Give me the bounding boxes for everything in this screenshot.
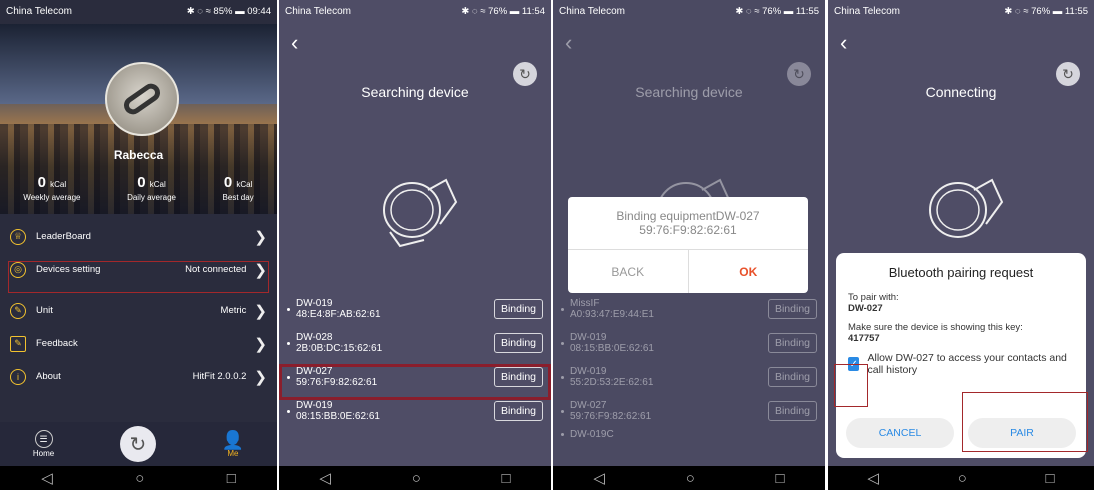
username: Rabecca <box>113 148 164 162</box>
binding-dialog: Binding equipmentDW-027 59:76:F9:82:62:61… <box>568 197 808 293</box>
back-button[interactable]: ‹ <box>840 30 847 56</box>
tab-me[interactable]: 👤 Me <box>222 431 244 458</box>
stat-best: 0 kCal Best day <box>222 174 254 202</box>
device-list: DW-019 48:E4:8F:AB:62:61 Binding DW-028 2B:… <box>279 292 551 428</box>
connecting-screen: China Telecom ✱ ◌ ≈ 76% ▬ 11:55 ‹ ↻ Conne… <box>828 0 1094 490</box>
stat-weekly: 0 kCal Weekly average <box>23 174 81 202</box>
list-item: DW-028 2B:0B:DC:15:62:61 Binding <box>279 326 551 360</box>
highlight-box <box>279 364 551 400</box>
list-item: DW-019 55:2D:53:2E:62:61 Binding <box>553 360 825 394</box>
chevron-right-icon: ❯ <box>254 335 267 353</box>
profile-screen: China Telecom ✱ ◌ ≈ 85% ▬ 09:44 Rabecca … <box>0 0 277 490</box>
binding-button[interactable]: Binding <box>493 401 543 421</box>
refresh-button[interactable]: ↻ <box>787 62 811 86</box>
binding-button[interactable]: Binding <box>767 333 817 353</box>
home-icon: ☰ <box>34 430 53 448</box>
tab-home[interactable]: ☰ Home <box>33 430 54 458</box>
refresh-icon: ↻ <box>1062 65 1074 82</box>
feedback-icon: ✎ <box>10 335 26 352</box>
nav-back-button[interactable]: ◁ <box>41 469 53 487</box>
dialog-title: Bluetooth pairing request <box>888 265 1034 280</box>
binding-button[interactable]: Binding <box>767 401 817 421</box>
binding-confirm-screen: China Telecom ✱ ◌ ≈ 76% ▬ 11:55 ‹ ↻ Searc… <box>553 0 825 490</box>
page-title: Connecting <box>925 84 997 100</box>
page-title: Searching device <box>635 84 743 100</box>
searching-screen: China Telecom ✱ ◌ ≈ 76% ▬ 11:54 ‹ ↻ Searc… <box>279 0 551 490</box>
watch-icon <box>929 178 1004 238</box>
chevron-right-icon: ❯ <box>254 228 267 246</box>
binding-button[interactable]: Binding <box>493 299 543 319</box>
status-bar: China Telecom ✱ ◌ ≈ 76% ▬ 11:54 <box>285 6 545 17</box>
info-icon: i <box>10 368 26 385</box>
status-bar: China Telecom ✱ ◌ ≈ 76% ▬ 11:55 <box>834 6 1088 17</box>
refresh-icon: ↻ <box>519 65 531 82</box>
bottom-tab-bar: ☰ Home ↻ 👤 Me <box>0 422 277 466</box>
back-button[interactable]: ‹ <box>565 30 572 56</box>
device-list: MissIF A0:93:47:E9:44:E1 Binding DW-019 08:… <box>553 292 825 440</box>
status-bar: China Telecom ✱ ◌ ≈ 76% ▬ 11:55 <box>559 6 819 17</box>
list-item: MissIF A0:93:47:E9:44:E1 Binding <box>553 292 825 326</box>
back-dialog-button[interactable]: BACK <box>568 250 689 293</box>
binding-button[interactable]: Binding <box>767 367 817 387</box>
refresh-icon: ↻ <box>793 65 805 82</box>
allow-contacts-checkbox[interactable]: ✓ Allow DW-027 to access your contacts an… <box>836 352 1086 376</box>
nav-home-button[interactable]: ○ <box>135 470 144 487</box>
list-item: DW-019C <box>553 428 825 440</box>
cancel-button[interactable]: CANCEL <box>846 418 954 448</box>
chevron-right-icon: ❯ <box>254 368 267 386</box>
system-nav-bar: ◁ ○ □ <box>828 466 1094 490</box>
system-nav-bar: ◁ ○ □ <box>279 466 551 490</box>
sync-icon: ↻ <box>129 433 147 456</box>
page-title: Searching device <box>361 84 469 100</box>
back-button[interactable]: ‹ <box>291 30 298 56</box>
highlight-box <box>962 392 1088 452</box>
stat-daily: 0 kCal Daily average <box>127 174 176 202</box>
ok-button[interactable]: OK <box>689 250 809 293</box>
binding-button[interactable]: Binding <box>493 333 543 353</box>
highlight-box <box>834 364 868 407</box>
person-icon: 👤 <box>221 429 245 450</box>
menu-item-leaderboard[interactable]: ♕ LeaderBoard ❯ <box>0 220 277 253</box>
menu-item-feedback[interactable]: ✎ Feedback ❯ <box>0 327 277 360</box>
sync-button[interactable]: ↻ <box>119 426 156 462</box>
system-nav-bar: ◁ ○ □ <box>553 466 825 490</box>
refresh-button[interactable]: ↻ <box>1056 62 1080 86</box>
status-icons: ✱ ◌ ≈ 85% ▬ 09:44 <box>186 6 271 17</box>
highlight-box <box>8 261 269 293</box>
profile-header: Rabecca 0 kCal Weekly average 0 kCal Daily… <box>0 24 277 214</box>
carrier: China Telecom <box>6 6 72 17</box>
avatar[interactable] <box>105 62 179 136</box>
system-nav-bar: ◁ ○ □ <box>0 466 277 490</box>
stats-row: 0 kCal Weekly average 0 kCal Daily average… <box>0 174 277 202</box>
chevron-right-icon: ❯ <box>254 302 267 320</box>
menu-item-about[interactable]: i About HitFit 2.0.0.2 ❯ <box>0 360 277 393</box>
trophy-icon: ♕ <box>10 228 26 245</box>
status-bar: China Telecom ✱ ◌ ≈ 85% ▬ 09:44 <box>0 0 277 24</box>
watch-icon <box>383 178 458 248</box>
band-icon <box>120 80 164 118</box>
list-item: DW-019 08:15:BB:0E:62:61 Binding <box>553 326 825 360</box>
list-item: DW-027 59:76:F9:82:62:61 Binding <box>553 394 825 428</box>
list-item: DW-019 48:E4:8F:AB:62:61 Binding <box>279 292 551 326</box>
binding-button[interactable]: Binding <box>767 299 817 319</box>
menu-item-unit[interactable]: ✎ Unit Metric ❯ <box>0 294 277 327</box>
ruler-icon: ✎ <box>10 302 26 319</box>
refresh-button[interactable]: ↻ <box>513 62 537 86</box>
nav-recent-button[interactable]: □ <box>227 470 236 487</box>
settings-menu: ♕ LeaderBoard ❯ ◎ Devices setting Not connec… <box>0 220 277 393</box>
